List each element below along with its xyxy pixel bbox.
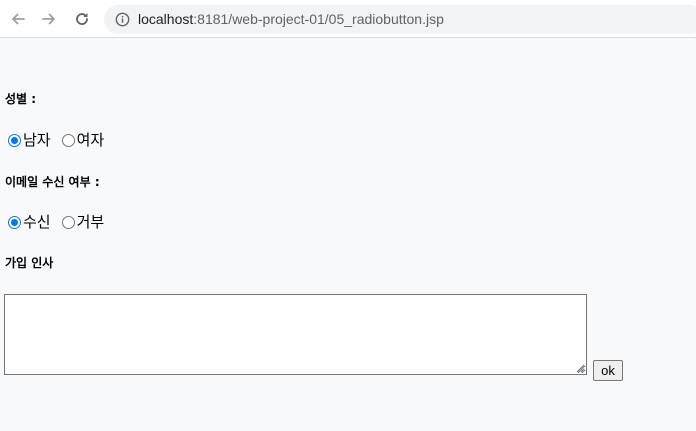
url-text[interactable]: localhost:8181/web-project-01/05_radiobu… [138, 11, 444, 28]
address-bar[interactable]: localhost:8181/web-project-01/05_radiobu… [104, 5, 696, 34]
gender-radio-male[interactable] [8, 133, 21, 147]
email-radio-group: 수신 거부 [8, 213, 104, 231]
back-arrow-icon [12, 13, 25, 25]
forward-arrow-icon [42, 13, 55, 25]
email-label-reject: 거부 [76, 213, 105, 231]
email-radio-receive[interactable] [8, 215, 21, 229]
page-content: 성별 : 남자 여자 이메일 수신 여부 : 수신 거부 가입 인사 ok [0, 38, 696, 431]
reload-icon [76, 13, 88, 25]
browser-window: localhost:8181/web-project-01/05_radiobu… [0, 0, 696, 431]
ok-button[interactable]: ok [593, 360, 623, 381]
forward-button[interactable] [37, 7, 61, 31]
gender-radio-group: 남자 여자 [8, 131, 104, 149]
gender-label-male: 남자 [23, 131, 51, 149]
gender-label-female: 여자 [76, 131, 105, 149]
url-host: localhost [138, 11, 194, 27]
gender-heading: 성별 : [5, 92, 37, 106]
back-button[interactable] [6, 7, 30, 31]
greeting-textarea[interactable] [4, 294, 587, 375]
info-icon[interactable] [115, 12, 130, 27]
browser-toolbar: localhost:8181/web-project-01/05_radiobu… [0, 0, 696, 38]
greeting-heading: 가입 인사 [5, 256, 54, 270]
email-heading: 이메일 수신 여부 : [5, 175, 100, 189]
email-radio-reject[interactable] [61, 215, 75, 229]
reload-button[interactable] [70, 7, 94, 31]
email-label-receive: 수신 [23, 213, 51, 231]
gender-radio-female[interactable] [61, 133, 75, 147]
url-path: :8181/web-project-01/05_radiobutton.jsp [193, 11, 444, 27]
